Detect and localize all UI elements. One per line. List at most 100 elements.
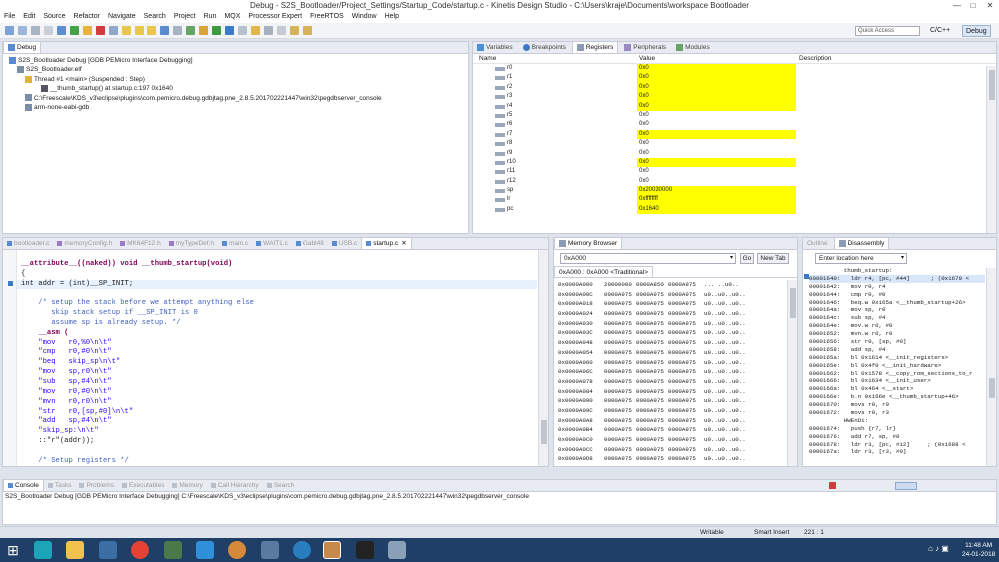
tab-console[interactable]: Console [3, 480, 44, 491]
editor-tab[interactable]: WAIT1.c [252, 238, 292, 249]
memory-word[interactable]: 0000A975 [636, 435, 664, 444]
memory-word[interactable]: 0000A975 [604, 454, 632, 463]
tab-peripherals[interactable]: Peripherals [620, 42, 670, 53]
editor-tab[interactable]: myTypeDef.h [165, 238, 218, 249]
memory-row[interactable]: 0x0000A054 0000A975 0000A975 0000A975 u0..u0… [558, 348, 797, 358]
run-icon[interactable] [212, 26, 222, 35]
menu-edit[interactable]: Edit [19, 11, 39, 23]
memory-row[interactable]: 0x0000A078 0000A975 0000A975 0000A975 u0..u0… [558, 377, 797, 387]
menu-window[interactable]: Window [348, 11, 381, 23]
debug-gdb-item[interactable]: arm-none-eabi-gdb [7, 103, 464, 112]
memory-row[interactable]: 0x0000A0C0 0000A975 0000A975 0000A975 u0..u0… [558, 435, 797, 445]
new-tab-button[interactable]: New Tab [757, 253, 789, 264]
register-row[interactable]: r4 0x0 [473, 101, 996, 111]
memory-word[interactable]: 0000A975 [604, 406, 632, 415]
cmd-icon[interactable] [356, 541, 374, 559]
memory-word[interactable]: 0000A975 [636, 299, 664, 308]
step-over-icon[interactable] [134, 26, 144, 35]
file-explorer-icon[interactable] [66, 541, 84, 559]
register-value[interactable]: 0x0 [637, 111, 796, 120]
debug-thread-item[interactable]: Thread #1 <main> (Suspended : Step) [7, 75, 464, 84]
memory-word[interactable]: 0000A850 [636, 280, 664, 289]
tab-memory-browser[interactable]: Memory Browser [554, 238, 623, 249]
memory-word[interactable]: 0000A975 [604, 425, 632, 434]
tab-search[interactable]: Search [263, 480, 299, 491]
tab-variables[interactable]: Variables [473, 42, 517, 53]
register-row[interactable]: r3 0x0 [473, 92, 996, 102]
open-folder-icon[interactable] [251, 26, 261, 35]
memory-row[interactable]: 0x0000A00C 0000A975 0000A975 0000A975 u0..u0… [558, 290, 797, 300]
memory-word[interactable]: 0000A975 [636, 445, 664, 454]
tab-memory-rendering[interactable]: 0xA000 : 0xA000 <Traditional> [554, 266, 654, 277]
kds-icon[interactable] [388, 541, 406, 559]
tab-call-hierarchy[interactable]: Call Hierarchy [207, 480, 263, 491]
memory-word[interactable]: 0000A975 [668, 406, 696, 415]
disassembly-listing[interactable]: thumb_startup: 00001640: ldr r4, [pc, #44… [803, 266, 996, 456]
kinetis-icon[interactable] [196, 541, 214, 559]
memory-word[interactable]: 0000A975 [636, 328, 664, 337]
memory-row[interactable]: 0x0000A024 0000A975 0000A975 0000A975 u0..u0… [558, 309, 797, 319]
register-value[interactable]: 0x1640 [637, 204, 796, 215]
step-return-icon[interactable] [147, 26, 157, 35]
register-value[interactable]: 0x20030000 [637, 186, 796, 196]
disassembly-scroll-thumb[interactable] [989, 378, 995, 398]
memory-word[interactable]: 0000A975 [668, 309, 696, 318]
register-value[interactable]: 0x0 [637, 149, 796, 158]
memory-scroll-thumb[interactable] [790, 288, 796, 318]
memory-row[interactable]: 0x0000A03C 0000A975 0000A975 0000A975 u0..u0… [558, 328, 797, 338]
memory-word[interactable]: 0000A975 [636, 377, 664, 386]
register-row[interactable]: r11 0x0 [473, 167, 996, 176]
close-window-button[interactable]: ✕ [983, 0, 997, 11]
memory-row[interactable]: 0x0000A000 20000000 0000A850 0000A975 ... ..… [558, 280, 797, 290]
memory-row[interactable]: 0x0000A048 0000A975 0000A975 0000A975 u0..u0… [558, 338, 797, 348]
memory-word[interactable]: 0000A975 [604, 435, 632, 444]
forward-icon[interactable] [302, 26, 312, 35]
memory-row[interactable]: 0x0000A0D8 0000A975 0000A975 0000A975 u0..u0… [558, 454, 797, 464]
memory-word[interactable]: 0000A975 [668, 435, 696, 444]
memory-word[interactable]: 0000A975 [604, 338, 632, 347]
register-row[interactable]: pc 0x1640 [473, 204, 996, 215]
column-name[interactable]: Name [479, 54, 496, 64]
register-row[interactable]: r9 0x0 [473, 149, 996, 158]
paint-icon[interactable] [164, 541, 182, 559]
registers-scroll-thumb[interactable] [989, 70, 995, 100]
memory-word[interactable]: 0000A975 [636, 348, 664, 357]
editor-tab[interactable]: startup.c ✕ [361, 238, 412, 249]
tab-debug[interactable]: Debug [3, 42, 42, 53]
memory-word[interactable]: 0000A975 [668, 348, 696, 357]
register-value[interactable]: 0x0 [637, 73, 796, 83]
register-value[interactable]: 0x0 [637, 139, 796, 148]
column-description[interactable]: Description [799, 54, 832, 64]
skip-breakpoints-icon[interactable] [56, 26, 66, 35]
memory-word[interactable]: 20000000 [604, 280, 632, 289]
memory-word[interactable]: 0000A975 [668, 328, 696, 337]
memory-word[interactable]: 0000A975 [636, 454, 664, 463]
terminate-icon[interactable] [829, 482, 836, 489]
editor-tab[interactable]: memoryConfig.h [53, 238, 116, 249]
memory-word[interactable]: 0000A975 [636, 338, 664, 347]
memory-scrollbar[interactable] [787, 280, 797, 466]
editor-tab[interactable]: USB.c [328, 238, 361, 249]
memory-word[interactable]: 0000A975 [636, 387, 664, 396]
memory-word[interactable]: 0000A975 [668, 387, 696, 396]
search-icon[interactable] [264, 26, 274, 35]
tab-executables[interactable]: Executables [118, 480, 168, 491]
memory-row[interactable]: 0x0000A090 0000A975 0000A975 0000A975 u0..u0… [558, 396, 797, 406]
desktop-icon[interactable] [99, 541, 117, 559]
memory-word[interactable]: 0000A975 [668, 454, 696, 463]
registers-scrollbar[interactable] [986, 66, 996, 233]
menu-project[interactable]: Project [170, 11, 200, 23]
editor-tab[interactable]: MK64F12.h [116, 238, 165, 249]
chrome-icon[interactable] [131, 541, 149, 559]
memory-word[interactable]: 0000A975 [636, 309, 664, 318]
memory-word[interactable]: 0000A975 [604, 309, 632, 318]
register-row[interactable]: r5 0x0 [473, 111, 996, 120]
register-row[interactable]: r10 0x0 [473, 157, 996, 168]
memory-word[interactable]: 0000A975 [604, 290, 632, 299]
memory-word[interactable]: 0000A975 [604, 328, 632, 337]
memory-word[interactable]: 0000A975 [668, 299, 696, 308]
editor-tab[interactable]: bootloader.c [3, 238, 53, 249]
register-value[interactable]: 0x0 [637, 157, 796, 168]
register-row[interactable]: r8 0x0 [473, 139, 996, 148]
close-icon[interactable]: ✕ [401, 240, 406, 247]
